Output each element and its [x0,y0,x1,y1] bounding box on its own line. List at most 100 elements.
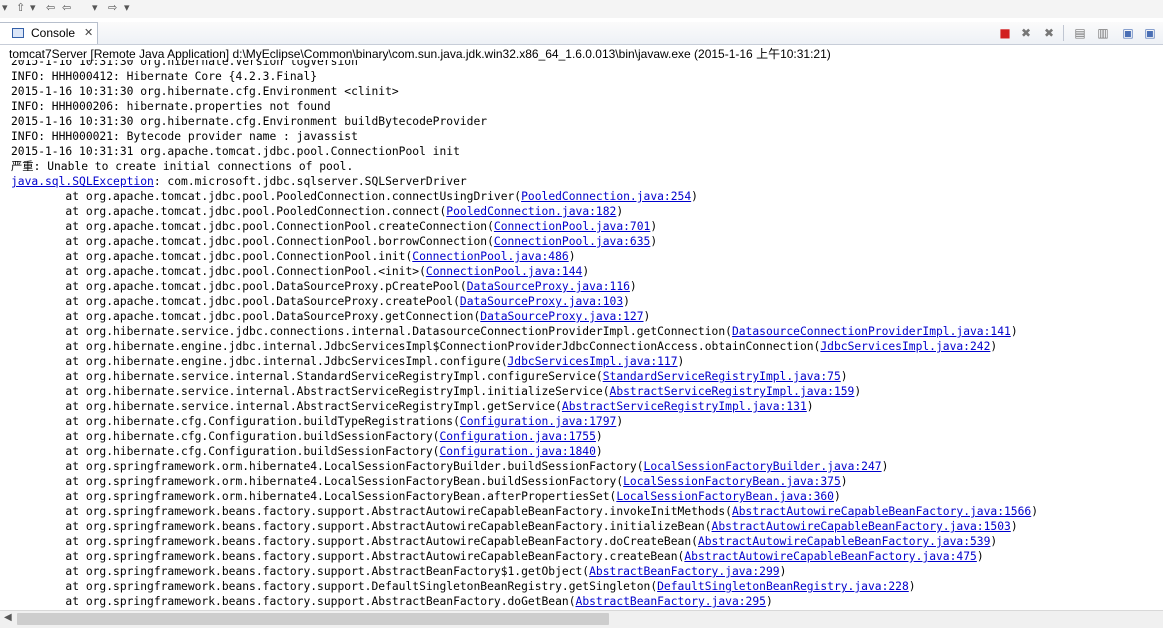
console-line: 2015-1-16 10:31:30 org.hibernate.cfg.Env… [11,114,487,129]
stacktrace-link[interactable]: ConnectionPool.java:701 [494,220,650,233]
stacktrace-link[interactable]: JdbcServicesImpl.java:117 [508,355,678,368]
console-line: at org.springframework.beans.factory.sup… [11,579,915,594]
stacktrace-link[interactable]: StandardServiceRegistryImpl.java:75 [603,370,841,383]
stacktrace-link[interactable]: DataSourceProxy.java:103 [460,295,623,308]
console-line-suffix: ) [643,310,651,323]
console-line: at org.springframework.orm.hibernate4.Lo… [11,459,888,474]
pin-console-icon[interactable]: ▣ [1121,26,1135,40]
console-line: at org.hibernate.cfg.Configuration.build… [11,429,602,444]
stacktrace-link[interactable]: DefaultSingletonBeanRegistry.java:228 [657,580,909,593]
stacktrace-link[interactable]: AbstractBeanFactory.java:295 [576,595,766,608]
console-line-suffix: ) [840,370,848,383]
stacktrace-link[interactable]: AbstractBeanFactory.java:299 [589,565,779,578]
console-line-text: 2015-1-16 10:31:30 org.hibernate.cfg.Env… [11,115,488,128]
stacktrace-link[interactable]: AbstractAutowireCapableBeanFactory.java:… [732,505,1031,518]
horizontal-scrollbar[interactable]: ◀ [0,610,1163,628]
console-line-text: at org.springframework.beans.factory.sup… [11,520,712,533]
stacktrace-link[interactable]: DatasourceConnectionProviderImpl.java:14… [732,325,1011,338]
console-line-suffix: ) [677,355,685,368]
console-output[interactable]: 2015-1-16 10:31:30 org.hibernate.Version… [0,60,1163,610]
console-line: INFO: HHH000412: Hibernate Core {4.2.3.F… [11,69,317,84]
console-line-text: INFO: HHH000412: Hibernate Core {4.2.3.F… [11,70,318,83]
back-arrow-icon[interactable]: ⇦ [62,1,71,14]
clear-console-icon[interactable]: ▤ [1073,26,1087,40]
console-line-text: at org.apache.tomcat.jdbc.pool.PooledCon… [11,190,522,203]
stacktrace-link[interactable]: AbstractServiceRegistryImpl.java:159 [610,385,855,398]
stacktrace-link[interactable]: java.sql.SQLException [11,175,154,188]
console-line-text: at org.hibernate.service.internal.Standa… [11,370,603,383]
console-line-suffix: ) [881,460,889,473]
stacktrace-link[interactable]: AbstractAutowireCapableBeanFactory.java:… [684,550,976,563]
menu-icon[interactable]: ▾ [2,1,8,14]
stacktrace-link[interactable]: Configuration.java:1755 [439,430,595,443]
console-line-suffix: ) [765,595,773,608]
console-line: at org.springframework.beans.factory.sup… [11,534,997,549]
console-line: at org.apache.tomcat.jdbc.pool.DataSourc… [11,294,630,309]
console-line-text: 2015-1-16 10:31:31 org.apache.tomcat.jdb… [11,145,460,158]
console-line: INFO: HHH000206: hibernate.properties no… [11,99,331,114]
stacktrace-link[interactable]: ConnectionPool.java:144 [426,265,582,278]
console-line: at org.apache.tomcat.jdbc.pool.DataSourc… [11,279,636,294]
stacktrace-link[interactable]: AbstractAutowireCapableBeanFactory.java:… [698,535,990,548]
console-line-suffix: ) [840,475,848,488]
console-line-text: at org.hibernate.cfg.Configuration.build… [11,430,440,443]
chevron-down-icon[interactable]: ▾ [30,1,36,14]
back-dropdown-icon[interactable]: ▾ [92,1,98,14]
console-line: at org.apache.tomcat.jdbc.pool.PooledCon… [11,204,623,219]
console-line: at org.apache.tomcat.jdbc.pool.PooledCon… [11,189,698,204]
console-icon [12,28,24,38]
console-line-suffix: ) [806,400,814,413]
stacktrace-link[interactable]: AbstractServiceRegistryImpl.java:131 [562,400,807,413]
stacktrace-link[interactable]: PooledConnection.java:182 [446,205,616,218]
console-line-text: at org.hibernate.cfg.Configuration.build… [11,415,460,428]
console-line-text: 2015-1-16 10:31:30 org.hibernate.Version… [11,60,358,68]
stacktrace-link[interactable]: Configuration.java:1797 [460,415,616,428]
stacktrace-link[interactable]: LocalSessionFactoryBean.java:375 [623,475,841,488]
stacktrace-link[interactable]: ConnectionPool.java:486 [412,250,568,263]
console-line: at org.hibernate.cfg.Configuration.build… [11,414,623,429]
forward-dropdown-icon[interactable]: ▾ [124,1,130,14]
up-icon[interactable]: ⇧ [16,1,25,14]
console-line-text: at org.springframework.beans.factory.sup… [11,505,732,518]
console-line: 2015-1-16 10:31:31 org.apache.tomcat.jdb… [11,144,460,159]
remove-launch-icon[interactable]: ✖ [1019,26,1033,40]
stacktrace-link[interactable]: DataSourceProxy.java:127 [480,310,643,323]
stacktrace-link[interactable]: DataSourceProxy.java:116 [467,280,630,293]
console-line-text: at org.apache.tomcat.jdbc.pool.Connectio… [11,220,494,233]
console-line: at org.apache.tomcat.jdbc.pool.Connectio… [11,249,576,264]
console-line-text: at org.springframework.beans.factory.sup… [11,565,590,578]
stacktrace-link[interactable]: ConnectionPool.java:635 [494,235,650,248]
console-line-text: at org.apache.tomcat.jdbc.pool.Connectio… [11,265,426,278]
console-line-text: at org.springframework.beans.factory.sup… [11,595,576,608]
console-line-suffix: ) [990,535,998,548]
scroll-left-arrow-icon[interactable]: ◀ [4,612,12,623]
console-line: INFO: HHH000021: Bytecode provider name … [11,129,358,144]
console-line-suffix: ) [1010,325,1018,338]
scrollbar-thumb[interactable] [17,613,609,625]
back-icon[interactable]: ⇦ [46,1,55,14]
stacktrace-link[interactable]: JdbcServicesImpl.java:242 [820,340,990,353]
console-line: at org.hibernate.service.internal.Abstra… [11,384,861,399]
display-selected-console-icon[interactable]: ▣ [1143,26,1157,40]
stacktrace-link[interactable]: AbstractAutowireCapableBeanFactory.java:… [712,520,1011,533]
remove-all-icon[interactable]: ✖ [1042,26,1056,40]
console-line-suffix: ) [568,250,576,263]
stacktrace-link[interactable]: Configuration.java:1840 [439,445,595,458]
forward-icon[interactable]: ⇨ [108,1,117,14]
tab-console-label: Console [31,26,76,40]
console-line: at org.springframework.beans.factory.sup… [11,519,1017,534]
console-line-text: at org.springframework.beans.factory.sup… [11,580,658,593]
console-line-text: at org.hibernate.cfg.Configuration.build… [11,445,440,458]
console-line-text: at org.apache.tomcat.jdbc.pool.DataSourc… [11,280,467,293]
tab-console[interactable]: Console ✕ [0,22,98,44]
close-icon[interactable]: ✕ [84,26,93,39]
console-line: at org.springframework.beans.factory.sup… [11,549,983,564]
terminate-icon[interactable]: ■ [998,26,1012,40]
scroll-lock-icon[interactable]: ▥ [1096,26,1110,40]
stacktrace-link[interactable]: LocalSessionFactoryBean.java:360 [616,490,834,503]
stacktrace-link[interactable]: LocalSessionFactoryBuilder.java:247 [644,460,882,473]
console-line: at org.apache.tomcat.jdbc.pool.DataSourc… [11,309,650,324]
console-line-suffix: ) [595,445,603,458]
stacktrace-link[interactable]: PooledConnection.java:254 [521,190,691,203]
console-line-text: at org.springframework.orm.hibernate4.Lo… [11,490,617,503]
